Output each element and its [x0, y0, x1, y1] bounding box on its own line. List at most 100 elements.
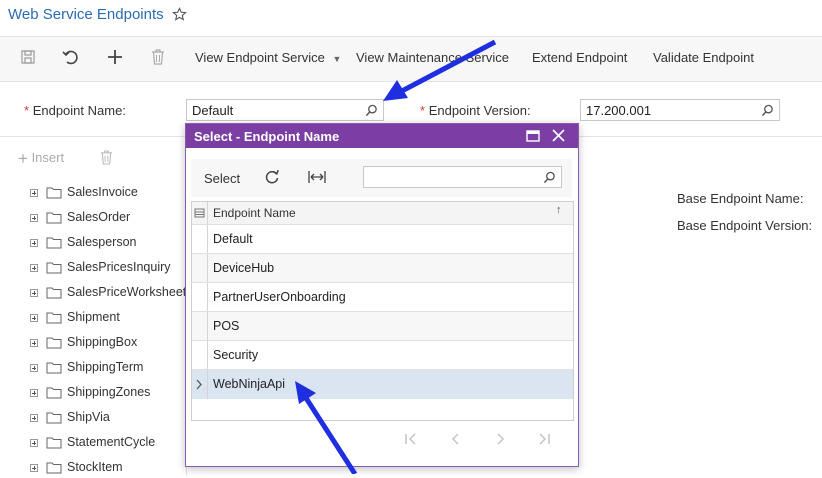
search-icon[interactable] — [543, 171, 556, 184]
endpoint-name-cell: PartnerUserOnboarding — [213, 290, 346, 304]
tree-item[interactable]: SalesOrder — [30, 210, 186, 228]
tree-item-label: Salesperson — [67, 235, 137, 249]
tree-item-label: SalesPricesInquiry — [67, 260, 171, 274]
next-page-icon[interactable] — [493, 432, 507, 446]
tree-item-label: Shipment — [67, 310, 120, 324]
select-button[interactable]: Select — [204, 171, 240, 186]
endpoint-name-input[interactable]: Default — [186, 99, 384, 121]
sort-ascending-icon[interactable]: ↑ — [556, 204, 562, 216]
extend-endpoint-button[interactable]: Extend Endpoint — [532, 50, 627, 65]
grid-header: Endpoint Name ↑ — [192, 202, 573, 224]
expand-icon[interactable] — [30, 464, 38, 472]
row-selector[interactable] — [192, 341, 208, 370]
tree-item[interactable]: StatementCycle — [30, 435, 186, 453]
view-endpoint-service-button[interactable]: View Endpoint Service ▼ — [195, 50, 341, 65]
endpoint-version-input[interactable]: 17.200.001 — [580, 99, 780, 121]
expand-icon[interactable] — [30, 289, 38, 297]
page-title: Web Service Endpoints — [8, 6, 164, 23]
endpoint-name-cell: DeviceHub — [213, 261, 275, 275]
table-row[interactable]: WebNinjaApi — [192, 369, 573, 399]
add-icon[interactable] — [107, 49, 123, 65]
select-endpoint-dialog: Select - Endpoint Name Select Endpoint N… — [185, 123, 579, 467]
row-selector[interactable] — [192, 225, 208, 254]
grid-settings-icon[interactable] — [192, 202, 208, 224]
expand-icon[interactable] — [30, 439, 38, 447]
row-selector[interactable] — [192, 370, 208, 399]
expand-icon[interactable] — [30, 414, 38, 422]
folder-icon — [46, 211, 62, 224]
tree-item-label: SalesInvoice — [67, 185, 138, 199]
tree-item[interactable]: StockItem — [30, 460, 186, 478]
folder-icon — [46, 236, 62, 249]
tree-item-label: ShipVia — [67, 410, 110, 424]
tree-item[interactable]: SalesPriceWorksheet — [30, 285, 186, 303]
expand-icon[interactable] — [30, 339, 38, 347]
table-row[interactable]: Default — [192, 224, 573, 254]
expand-icon[interactable] — [30, 389, 38, 397]
close-icon[interactable] — [552, 129, 565, 142]
tree-item[interactable]: SalesInvoice — [30, 185, 186, 203]
folder-icon — [46, 336, 62, 349]
folder-icon — [46, 286, 62, 299]
expand-icon[interactable] — [30, 364, 38, 372]
tree-item[interactable]: Salesperson — [30, 235, 186, 253]
column-header-endpoint-name[interactable]: Endpoint Name — [213, 206, 296, 220]
tree-item-label: SalesPriceWorksheet — [67, 285, 186, 299]
table-row[interactable]: PartnerUserOnboarding — [192, 282, 573, 312]
search-icon[interactable] — [761, 104, 774, 117]
table-row[interactable]: DeviceHub — [192, 253, 573, 283]
star-icon[interactable] — [172, 7, 187, 22]
table-row[interactable]: POS — [192, 311, 573, 341]
delete-icon[interactable] — [100, 150, 113, 165]
tree-item[interactable]: ShippingTerm — [30, 360, 186, 378]
caret-down-icon: ▼ — [332, 54, 342, 64]
last-page-icon[interactable] — [537, 432, 551, 446]
endpoint-version-label: * Endpoint Version: — [420, 103, 531, 118]
tree-item-label: StockItem — [67, 460, 123, 474]
undo-icon[interactable] — [62, 49, 80, 65]
validate-endpoint-button[interactable]: Validate Endpoint — [653, 50, 754, 65]
row-selector[interactable] — [192, 283, 208, 312]
endpoint-name-cell: Security — [213, 348, 259, 362]
expand-icon[interactable] — [30, 214, 38, 222]
row-selector[interactable] — [192, 312, 208, 341]
expand-icon[interactable] — [30, 189, 38, 197]
save-icon[interactable] — [20, 49, 36, 65]
tree-item-label: StatementCycle — [67, 435, 156, 449]
endpoint-name-cell: POS — [213, 319, 240, 333]
delete-icon[interactable] — [151, 49, 165, 65]
tree-item[interactable]: SalesPricesInquiry — [30, 260, 186, 278]
toolbar: View Endpoint Service ▼ View Maintenance… — [0, 36, 822, 82]
search-icon[interactable] — [365, 104, 378, 117]
tree-item[interactable]: ShipVia — [30, 410, 186, 428]
maximize-icon[interactable] — [526, 130, 540, 142]
dialog-title: Select - Endpoint Name — [194, 129, 340, 144]
folder-icon — [46, 461, 62, 474]
fit-columns-icon[interactable] — [308, 170, 326, 184]
folder-icon — [46, 261, 62, 274]
base-endpoint-version-label: Base Endpoint Version: — [677, 218, 813, 233]
folder-icon — [46, 186, 62, 199]
tree-item-label: ShippingBox — [67, 335, 138, 349]
endpoint-name-label: * Endpoint Name: — [24, 103, 126, 118]
tree-item[interactable]: Shipment — [30, 310, 186, 328]
tree-item[interactable]: ShippingZones — [30, 385, 186, 403]
base-endpoint-name-label: Base Endpoint Name: — [677, 191, 804, 206]
endpoint-name-cell: Default — [213, 232, 253, 246]
folder-icon — [46, 436, 62, 449]
expand-icon[interactable] — [30, 239, 38, 247]
first-page-icon[interactable] — [404, 432, 418, 446]
previous-page-icon[interactable] — [449, 432, 463, 446]
table-row[interactable]: Security — [192, 340, 573, 370]
tree-item[interactable]: ShippingBox — [30, 335, 186, 353]
insert-button[interactable]: + Insert — [18, 149, 64, 169]
refresh-icon[interactable] — [264, 169, 280, 185]
expand-icon[interactable] — [30, 264, 38, 272]
folder-icon — [46, 386, 62, 399]
dialog-search-input[interactable] — [363, 166, 562, 188]
view-maintenance-service-button[interactable]: View Maintenance Service — [356, 50, 509, 65]
tree-item-label: ShippingZones — [67, 385, 151, 399]
dialog-toolbar: Select — [191, 159, 572, 197]
expand-icon[interactable] — [30, 314, 38, 322]
row-selector[interactable] — [192, 254, 208, 283]
